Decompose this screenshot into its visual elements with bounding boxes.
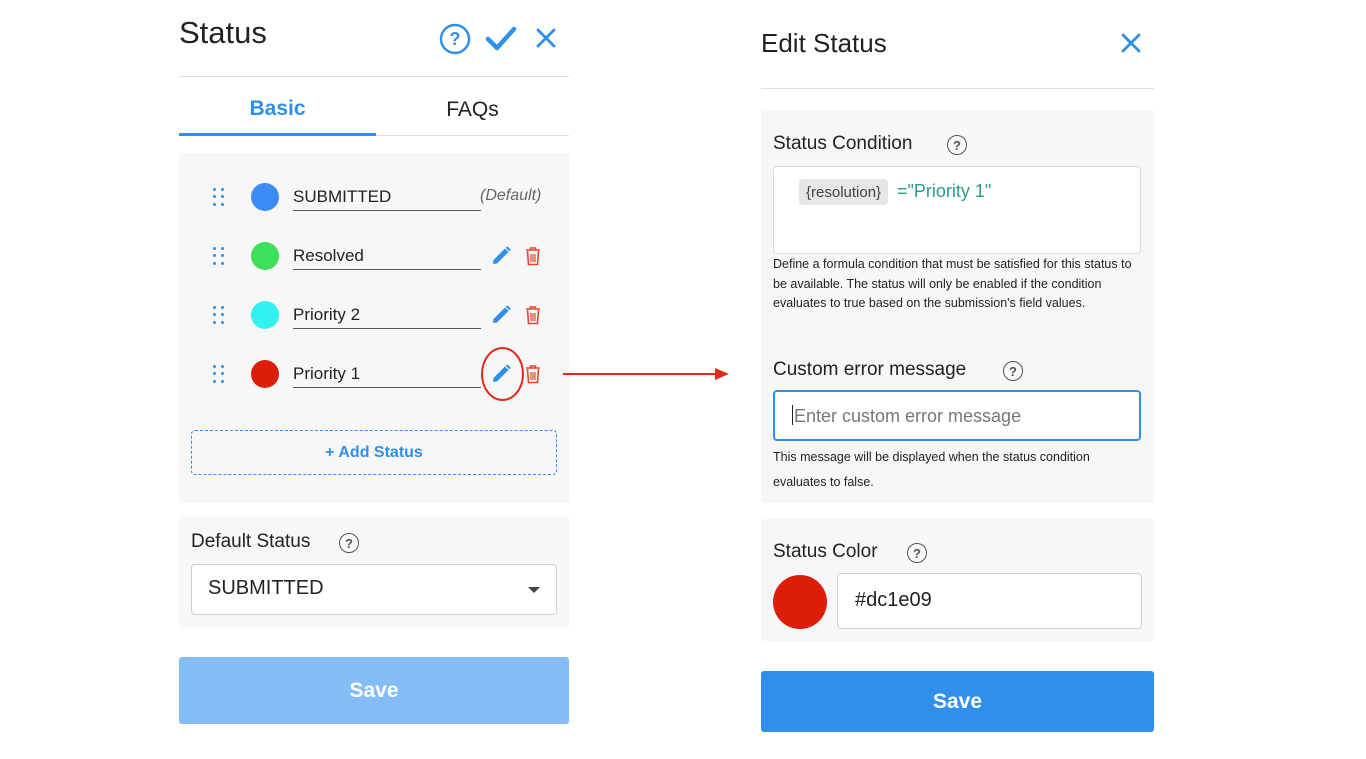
field-chip: {resolution} <box>799 179 889 205</box>
status-list: SUBMITTED (Default) Resolved Priority 2 … <box>179 153 569 503</box>
svg-text:?: ? <box>450 29 461 49</box>
status-color-dot <box>251 301 279 329</box>
help-circle-icon[interactable]: ? <box>439 23 471 55</box>
color-hex-input[interactable]: #dc1e09 <box>837 573 1142 629</box>
header-divider <box>761 88 1154 89</box>
highlight-circle <box>481 347 524 401</box>
arrow-icon <box>563 366 733 382</box>
color-swatch[interactable] <box>773 575 827 629</box>
status-panel: Status ? Basic FAQs SUBMITTED (Default) … <box>179 0 569 759</box>
trash-icon[interactable] <box>524 305 542 325</box>
status-condition-label: Status Condition <box>773 133 913 154</box>
custom-error-label: Custom error message <box>773 359 967 380</box>
custom-error-input[interactable]: Enter custom error message <box>773 390 1141 441</box>
formula-editor[interactable]: {resolution} ="Priority 1" <box>773 166 1141 254</box>
help-icon[interactable]: ? <box>907 543 927 563</box>
status-color-dot <box>251 242 279 270</box>
status-row-submitted: SUBMITTED (Default) <box>179 177 569 217</box>
condition-card: Status Condition ? {resolution} ="Priori… <box>761 110 1154 503</box>
panel-title: Edit Status <box>761 28 887 58</box>
trash-icon[interactable] <box>524 364 542 384</box>
tabs-divider <box>376 135 569 136</box>
save-button[interactable]: Save <box>761 671 1154 732</box>
add-status-button[interactable]: + Add Status <box>191 430 557 475</box>
condition-help-text: Define a formula condition that must be … <box>773 257 1132 310</box>
status-color-dot <box>251 183 279 211</box>
default-status-section: Default Status ? SUBMITTED <box>179 517 569 627</box>
save-button[interactable]: Save <box>179 657 569 724</box>
error-help-text: This message will be displayed when the … <box>773 450 1090 489</box>
help-icon[interactable]: ? <box>1003 361 1023 381</box>
formula-expression: ="Priority 1" <box>897 181 992 201</box>
input-placeholder: Enter custom error message <box>794 406 1022 426</box>
tab-basic[interactable]: Basic <box>179 84 376 136</box>
default-status-select[interactable]: SUBMITTED <box>191 564 557 615</box>
default-status-label: Default Status <box>191 531 311 552</box>
default-label: (Default) <box>480 187 542 204</box>
status-name-field[interactable]: SUBMITTED <box>293 185 481 211</box>
status-row-priority-2: Priority 2 <box>179 295 569 335</box>
select-value: SUBMITTED <box>208 577 324 599</box>
caret-down-icon <box>528 587 540 593</box>
drag-handle-icon[interactable] <box>213 188 227 206</box>
help-icon[interactable]: ? <box>947 135 967 155</box>
pencil-icon[interactable] <box>490 304 512 326</box>
text-cursor <box>792 405 793 425</box>
close-icon[interactable] <box>535 27 557 49</box>
status-name-field[interactable]: Priority 2 <box>293 303 481 329</box>
status-color-dot <box>251 360 279 388</box>
trash-icon[interactable] <box>524 246 542 266</box>
close-icon[interactable] <box>1120 32 1142 54</box>
check-icon[interactable] <box>485 24 517 54</box>
drag-handle-icon[interactable] <box>213 306 227 324</box>
tab-faqs[interactable]: FAQs <box>376 84 569 136</box>
color-card: Status Color ? #dc1e09 <box>761 519 1154 641</box>
header-divider <box>179 76 569 77</box>
drag-handle-icon[interactable] <box>213 365 227 383</box>
status-color-label: Status Color <box>773 541 878 562</box>
pencil-icon[interactable] <box>490 245 512 267</box>
status-name-field[interactable]: Priority 1 <box>293 362 481 388</box>
edit-status-panel: Edit Status Status Condition ? {resoluti… <box>761 0 1154 759</box>
help-icon[interactable]: ? <box>339 533 359 553</box>
status-row-resolved: Resolved <box>179 236 569 276</box>
panel-title: Status <box>179 15 267 50</box>
status-name-field[interactable]: Resolved <box>293 244 481 270</box>
drag-handle-icon[interactable] <box>213 247 227 265</box>
status-row-priority-1: Priority 1 <box>179 347 569 401</box>
